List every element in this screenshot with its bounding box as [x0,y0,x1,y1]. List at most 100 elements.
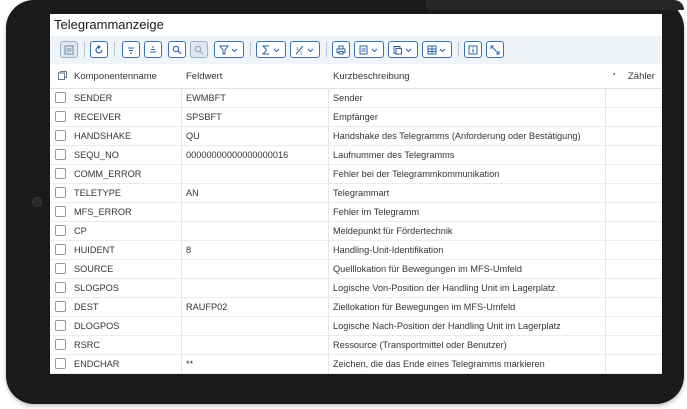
row-checkbox[interactable] [55,263,66,274]
table-row[interactable]: COMM_ERROR Fehler bei der Telegrammkommun… [50,165,662,184]
row-checkbox[interactable] [55,358,66,369]
cell-kurzbeschreibung: Telegrammart [333,188,390,198]
row-checkbox[interactable] [55,92,66,103]
find-button[interactable] [168,41,186,58]
toolbar: 12 [50,36,662,64]
cell-feldwert: 8 [186,245,192,255]
row-checkbox[interactable] [55,320,66,331]
cell-kurzbeschreibung: Ressource (Transportmittel oder Benutzer… [333,340,507,350]
search-next-icon [194,45,204,54]
refresh-icon [95,44,103,54]
table-row[interactable]: DLOGPOS Logische Nach-Position der Handli… [50,317,662,336]
window-title: Telegrammanzeige [50,14,662,36]
cell-kurzbeschreibung: Zeichen, die das Ende eines Telegramms m… [333,359,545,369]
sort-descending-button[interactable] [144,41,162,58]
cell-komponentenname: HUIDENT [74,245,115,255]
cell-kurzbeschreibung: Handling-Unit-Identifikation [333,245,444,255]
cell-feldwert: SPSBFT [186,112,222,122]
cell-komponentenname: RECEIVER [74,112,121,122]
row-checkbox[interactable] [55,282,66,293]
cell-kurzbeschreibung: Sender [333,93,363,103]
cell-kurzbeschreibung: Quelllokation für Bewegungen im MFS-Umfe… [333,264,522,274]
tablet-frame: Telegrammanzeige 1 2 Komponentenname Fel… [6,0,684,404]
table-row[interactable]: SLOGPOS Logische Von-Position der Handlin… [50,279,662,298]
search-icon [172,45,182,54]
subtotal-icon: 12 [295,45,314,55]
fullscreen-button[interactable] [486,41,504,58]
sort-asc-icon [128,47,134,53]
row-checkbox[interactable] [55,301,66,312]
table-row[interactable]: RECEIVER SPSBFT Empfänger [50,108,662,127]
table-row[interactable]: SOURCE Quelllokation für Bewegungen im MF… [50,260,662,279]
row-checkbox[interactable] [55,225,66,236]
view-icon [359,45,378,54]
table-row[interactable]: HANDSHAKE QU Handshake des Telegramms (Anf… [50,127,662,146]
row-checkbox[interactable] [55,187,66,198]
cell-kurzbeschreibung: Ziellokation für Bewegungen im MFS-Umfel… [333,302,516,312]
column-header-feldwert[interactable]: Feldwert [186,71,222,82]
table-row[interactable]: MFS_ERROR Fehler im Telegramm [50,203,662,222]
column-header-komponentenname[interactable]: Komponentenname [74,71,157,82]
table-row[interactable]: CP Meldepunkt für Fördertechnik [50,222,662,241]
info-icon [468,45,478,54]
cell-feldwert: AN [186,188,199,198]
sort-ascending-button[interactable] [122,41,140,58]
table-row[interactable]: SENDER EWMBFT Sender [50,89,662,108]
fullscreen-icon [490,45,500,54]
cell-kurzbeschreibung: Meldepunkt für Fördertechnik [333,226,453,236]
cell-feldwert: RAUFP02 [186,302,228,312]
row-checkbox[interactable] [55,244,66,255]
details-icon [64,45,74,54]
cell-komponentenname: CP [74,226,87,236]
cell-komponentenname: DEST [74,302,99,312]
row-checkbox[interactable] [55,206,66,217]
view-button[interactable] [354,41,384,58]
screen: Telegrammanzeige 1 2 Komponentenname Fel… [50,14,662,374]
print-icon [336,45,346,54]
table-row[interactable]: TELETYPE AN Telegrammart [50,184,662,203]
sort-desc-icon [150,46,156,52]
svg-text:2: 2 [300,50,303,55]
filter-button[interactable] [214,41,244,58]
print-button[interactable] [332,41,350,58]
cell-kurzbeschreibung: Handshake des Telegramms (Anforderung od… [333,131,581,141]
table-row[interactable]: SEQU_NO 00000000000000000016 Laufnummer de… [50,146,662,165]
cell-komponentenname: TELETYPE [74,188,121,198]
find-next-button[interactable] [190,41,208,58]
row-checkbox[interactable] [55,339,66,350]
layout-icon [427,45,446,54]
cell-kurzbeschreibung: Logische Von-Position der Handling Unit … [333,283,556,293]
cell-kurzbeschreibung: Fehler im Telegramm [333,207,420,217]
details-button[interactable] [60,41,78,58]
frame-highlight [426,0,684,10]
cell-komponentenname: HANDSHAKE [74,131,132,141]
cell-komponentenname: SLOGPOS [74,283,119,293]
table-row[interactable]: DEST RAUFP02 Ziellokation für Bewegungen i… [50,298,662,317]
refresh-button[interactable] [90,41,108,58]
cell-kurzbeschreibung: Empfänger [333,112,378,122]
cell-komponentenname: MFS_ERROR [74,207,132,217]
cell-kurzbeschreibung: Fehler bei der Telegrammkommunikation [333,169,500,179]
row-checkbox[interactable] [55,111,66,122]
column-divider [605,89,606,374]
table-row[interactable]: RSRC Ressource (Transportmittel oder Benu… [50,336,662,355]
row-checkbox[interactable] [55,149,66,160]
total-button[interactable] [256,41,286,58]
cell-komponentenname: SENDER [74,93,113,103]
row-checkbox[interactable] [55,130,66,141]
layout-button[interactable] [422,41,452,58]
select-all-icon[interactable] [58,71,67,83]
table-row[interactable]: ENDCHAR ** Zeichen, die das Ende eines Tel… [50,355,662,374]
column-header-kurzbeschreibung[interactable]: Kurzbeschreibung [333,71,410,82]
table-body: SENDER EWMBFT Sender RECEIVER SPSBFT Empfänge… [50,89,662,374]
info-button[interactable] [464,41,482,58]
row-checkbox[interactable] [55,168,66,179]
table-header: Komponentenname Feldwert Kurzbeschreibun… [50,64,662,89]
svg-text:1: 1 [296,46,299,51]
cell-komponentenname: RSRC [74,340,101,350]
column-header-zaehler[interactable]: Zähler [628,71,655,82]
table-row[interactable]: HUIDENT 8 Handling-Unit-Identifikation [50,241,662,260]
export-button[interactable] [388,41,418,58]
cell-feldwert: EWMBFT [186,93,226,103]
subtotal-button[interactable]: 12 [290,41,320,58]
